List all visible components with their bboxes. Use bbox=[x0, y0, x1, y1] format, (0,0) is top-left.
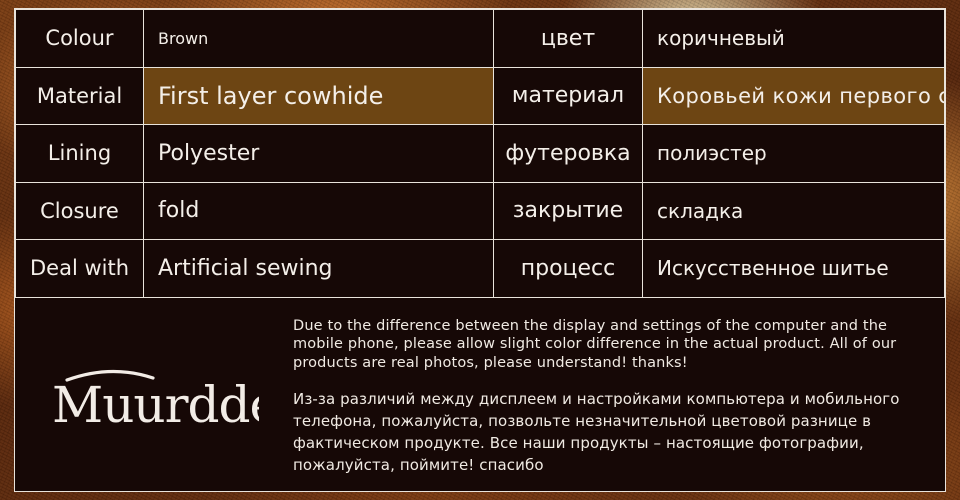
svg-text:Muurdde: Muurdde bbox=[52, 376, 259, 434]
spec-value-en-colour: Brown bbox=[143, 9, 494, 68]
disclaimer-text-russian: Из-за различий между дисплеем и настройк… bbox=[293, 390, 900, 474]
spec-value-ru-colour: коричневый bbox=[642, 9, 945, 68]
spec-label-ru-material: материал bbox=[493, 66, 643, 125]
spec-value-ru-lining: полиэстер bbox=[642, 124, 945, 183]
spec-value-en-material: First layer cowhide bbox=[143, 66, 494, 125]
spec-table-body: Colour Brown цвет коричневый Material Fi… bbox=[15, 9, 945, 298]
spec-label-ru-colour: цвет bbox=[493, 9, 643, 68]
spec-label-en-deal-with: Deal with bbox=[15, 239, 144, 298]
brand-logo: Muurdde bbox=[15, 352, 293, 436]
spec-panel: Colour Brown цвет коричневый Material Fi… bbox=[14, 8, 946, 492]
spec-label-en-material: Material bbox=[15, 66, 144, 125]
disclaimer-text-english: Due to the difference between the displa… bbox=[293, 317, 897, 371]
table-row: Closure fold закрытие складка bbox=[15, 181, 945, 240]
brand-wordmark-icon: Muurdde bbox=[52, 370, 259, 434]
table-row: Material First layer cowhide материал Ко… bbox=[15, 66, 945, 125]
product-spec-banner: Colour Brown цвет коричневый Material Fi… bbox=[0, 0, 960, 500]
spec-value-ru-deal-with: Искусственное шитье bbox=[642, 239, 945, 298]
disclaimer-texts: Due to the difference between the displa… bbox=[293, 313, 935, 477]
table-row: Deal with Artificial sewing процесс Иску… bbox=[15, 239, 945, 298]
spec-label-en-closure: Closure bbox=[15, 181, 144, 240]
spec-value-ru-closure: складка bbox=[642, 181, 945, 240]
spec-value-en-lining: Polyester bbox=[143, 124, 494, 183]
spec-label-en-lining: Lining bbox=[15, 124, 144, 183]
spec-label-ru-closure: закрытие bbox=[493, 181, 643, 240]
spec-value-en-deal-with: Artificial sewing bbox=[143, 239, 494, 298]
spec-value-en-closure: fold bbox=[143, 181, 494, 240]
disclaimer-section: Muurdde Due to the difference between th… bbox=[15, 296, 945, 491]
spec-label-ru-deal-with: процесс bbox=[493, 239, 643, 298]
specification-table: Colour Brown цвет коричневый Material Fi… bbox=[15, 9, 945, 298]
spec-value-ru-material: Коровьей кожи первого слоя bbox=[642, 66, 945, 125]
table-row: Lining Polyester футеровка полиэстер bbox=[15, 124, 945, 183]
table-row: Colour Brown цвет коричневый bbox=[15, 9, 945, 68]
spec-label-ru-lining: футеровка bbox=[493, 124, 643, 183]
spec-label-en-colour: Colour bbox=[15, 9, 144, 68]
